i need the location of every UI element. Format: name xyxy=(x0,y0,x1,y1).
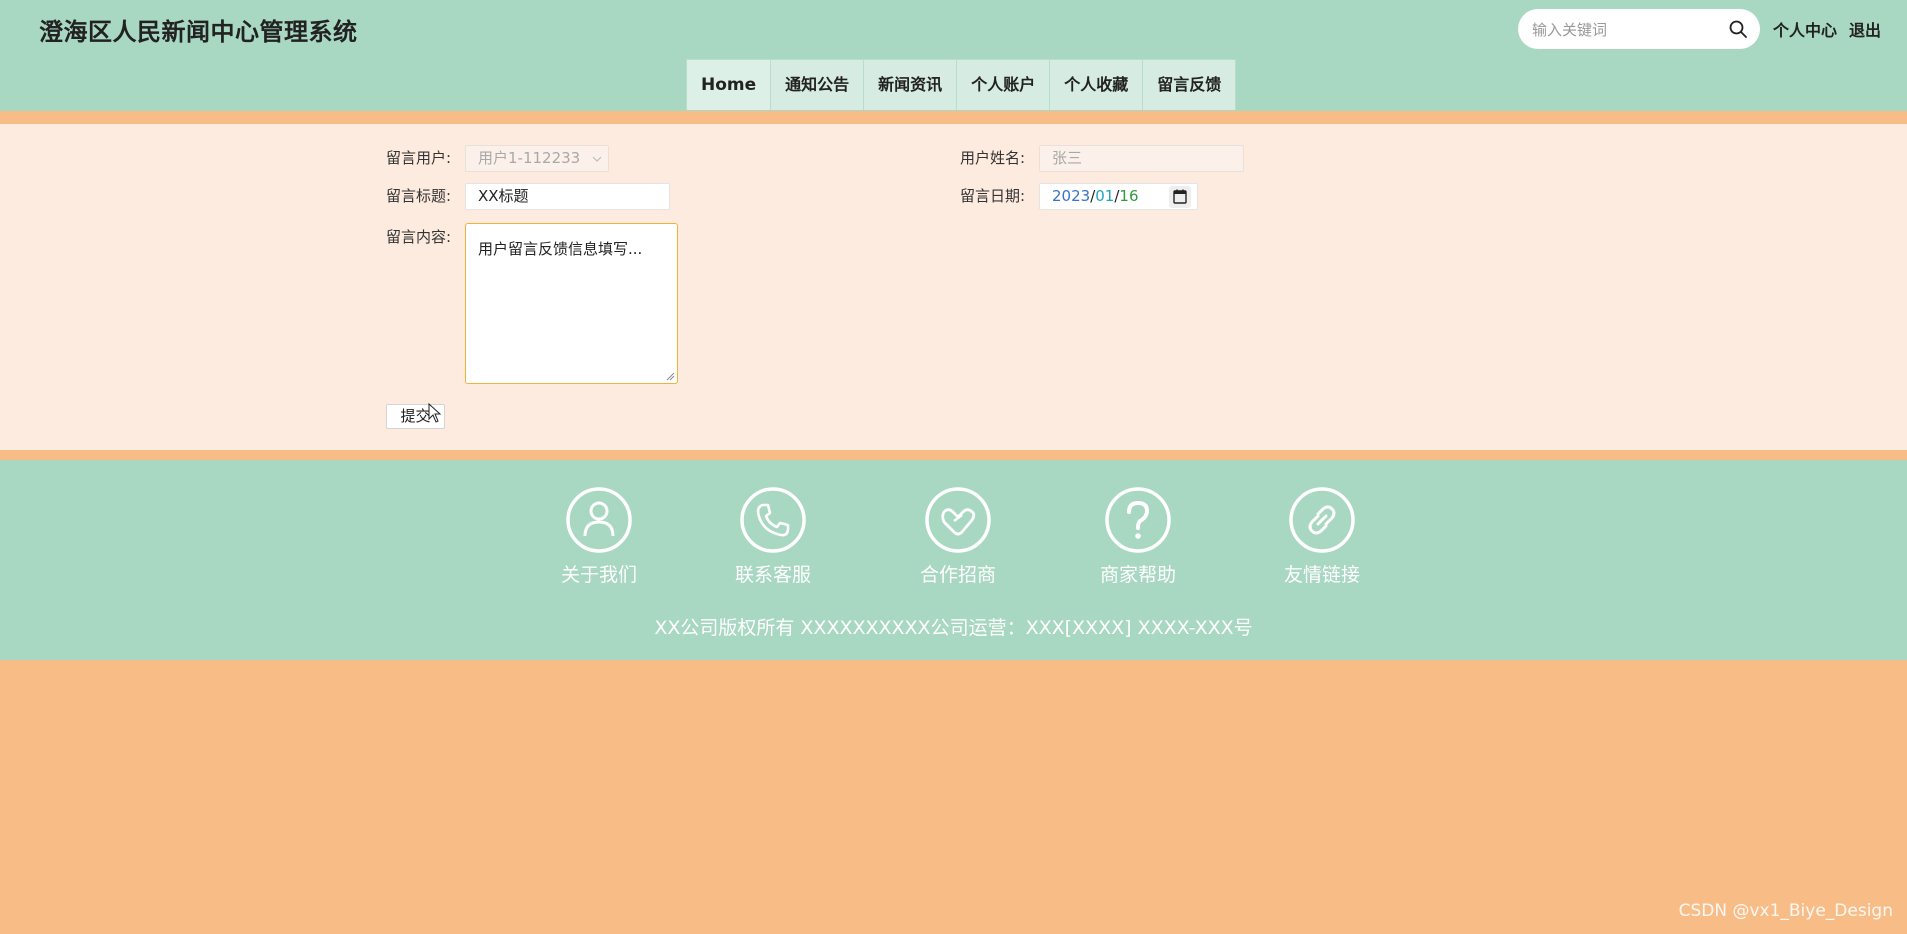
footer-link-label: 商家帮助 xyxy=(1099,564,1176,586)
footer-link-service[interactable]: 联系客服 xyxy=(703,486,843,587)
footer-link-label: 友情链接 xyxy=(1283,564,1360,586)
phone-icon xyxy=(740,487,806,553)
nav-item-home[interactable]: Home xyxy=(686,59,772,110)
title-input[interactable]: XX标题 xyxy=(465,183,670,210)
user-select: 用户1-112233 xyxy=(465,145,609,172)
footer-link-label: 关于我们 xyxy=(560,564,637,586)
date-month: 01 xyxy=(1095,187,1115,205)
bottom-divider-band xyxy=(0,450,1907,460)
top-divider-band xyxy=(0,111,1907,124)
logout-link[interactable]: 退出 xyxy=(1849,17,1881,41)
user-center-link[interactable]: 个人中心 xyxy=(1773,17,1837,41)
user-select-value: 用户1-112233 xyxy=(478,149,581,167)
name-label: 用户姓名: xyxy=(960,149,1026,167)
calendar-icon[interactable] xyxy=(1169,186,1191,208)
title-input-value: XX标题 xyxy=(478,187,529,205)
content-textarea[interactable]: 用户留言反馈信息填写... xyxy=(465,223,678,384)
date-year: 2023 xyxy=(1052,187,1091,205)
user-icon xyxy=(566,487,632,553)
question-icon xyxy=(1105,487,1171,553)
content-textarea-value: 用户留言反馈信息填写... xyxy=(478,240,643,258)
date-label: 留言日期: xyxy=(960,187,1026,205)
footer: 关于我们 联系客服 合作招商 商家帮助 友情链接 XX公司版权所有 XXXXXX… xyxy=(0,460,1907,660)
user-label: 留言用户: xyxy=(386,149,452,167)
resize-grip-icon[interactable] xyxy=(666,372,675,381)
chevron-down-icon xyxy=(592,156,602,162)
main-nav: Home 通知公告 新闻资讯 个人账户 个人收藏 留言反馈 xyxy=(686,59,1237,111)
site-title: 澄海区人民新闻中心管理系统 xyxy=(39,18,358,46)
date-day: 16 xyxy=(1119,187,1139,205)
footer-link-label: 合作招商 xyxy=(919,564,996,586)
header: 澄海区人民新闻中心管理系统 个人中心 退出 Home 通知公告 新闻资讯 个人账… xyxy=(0,0,1907,111)
handshake-icon xyxy=(925,487,991,553)
copyright-text: XX公司版权所有 XXXXXXXXXX公司运营：XXX[XXXX] XXXX-X… xyxy=(654,617,1253,639)
nav-item-news[interactable]: 新闻资讯 xyxy=(863,59,958,110)
watermark-text: CSDN @vx1_Biye_Design xyxy=(1678,901,1893,921)
name-field-value: 张三 xyxy=(1052,149,1083,167)
footer-link-about[interactable]: 关于我们 xyxy=(529,486,669,587)
content-label: 留言内容: xyxy=(386,228,452,246)
footer-link-help[interactable]: 商家帮助 xyxy=(1068,486,1208,587)
search-icon[interactable] xyxy=(1728,19,1748,39)
mouse-cursor-icon xyxy=(428,403,442,423)
footer-link-friends[interactable]: 友情链接 xyxy=(1252,486,1392,587)
title-label: 留言标题: xyxy=(386,187,452,205)
name-field: 张三 xyxy=(1039,145,1244,172)
date-input[interactable]: 2023/01/16 xyxy=(1039,183,1198,210)
footer-link-cooperation[interactable]: 合作招商 xyxy=(888,486,1028,587)
nav-item-feedback[interactable]: 留言反馈 xyxy=(1142,59,1237,110)
feedback-form xyxy=(0,124,1907,450)
search-input[interactable] xyxy=(1530,14,1724,46)
footer-link-label: 联系客服 xyxy=(734,564,811,586)
nav-item-favorites[interactable]: 个人收藏 xyxy=(1049,59,1144,110)
search-box[interactable] xyxy=(1518,9,1760,49)
nav-item-notices[interactable]: 通知公告 xyxy=(770,59,865,110)
nav-item-account[interactable]: 个人账户 xyxy=(956,59,1051,110)
link-icon xyxy=(1289,487,1355,553)
